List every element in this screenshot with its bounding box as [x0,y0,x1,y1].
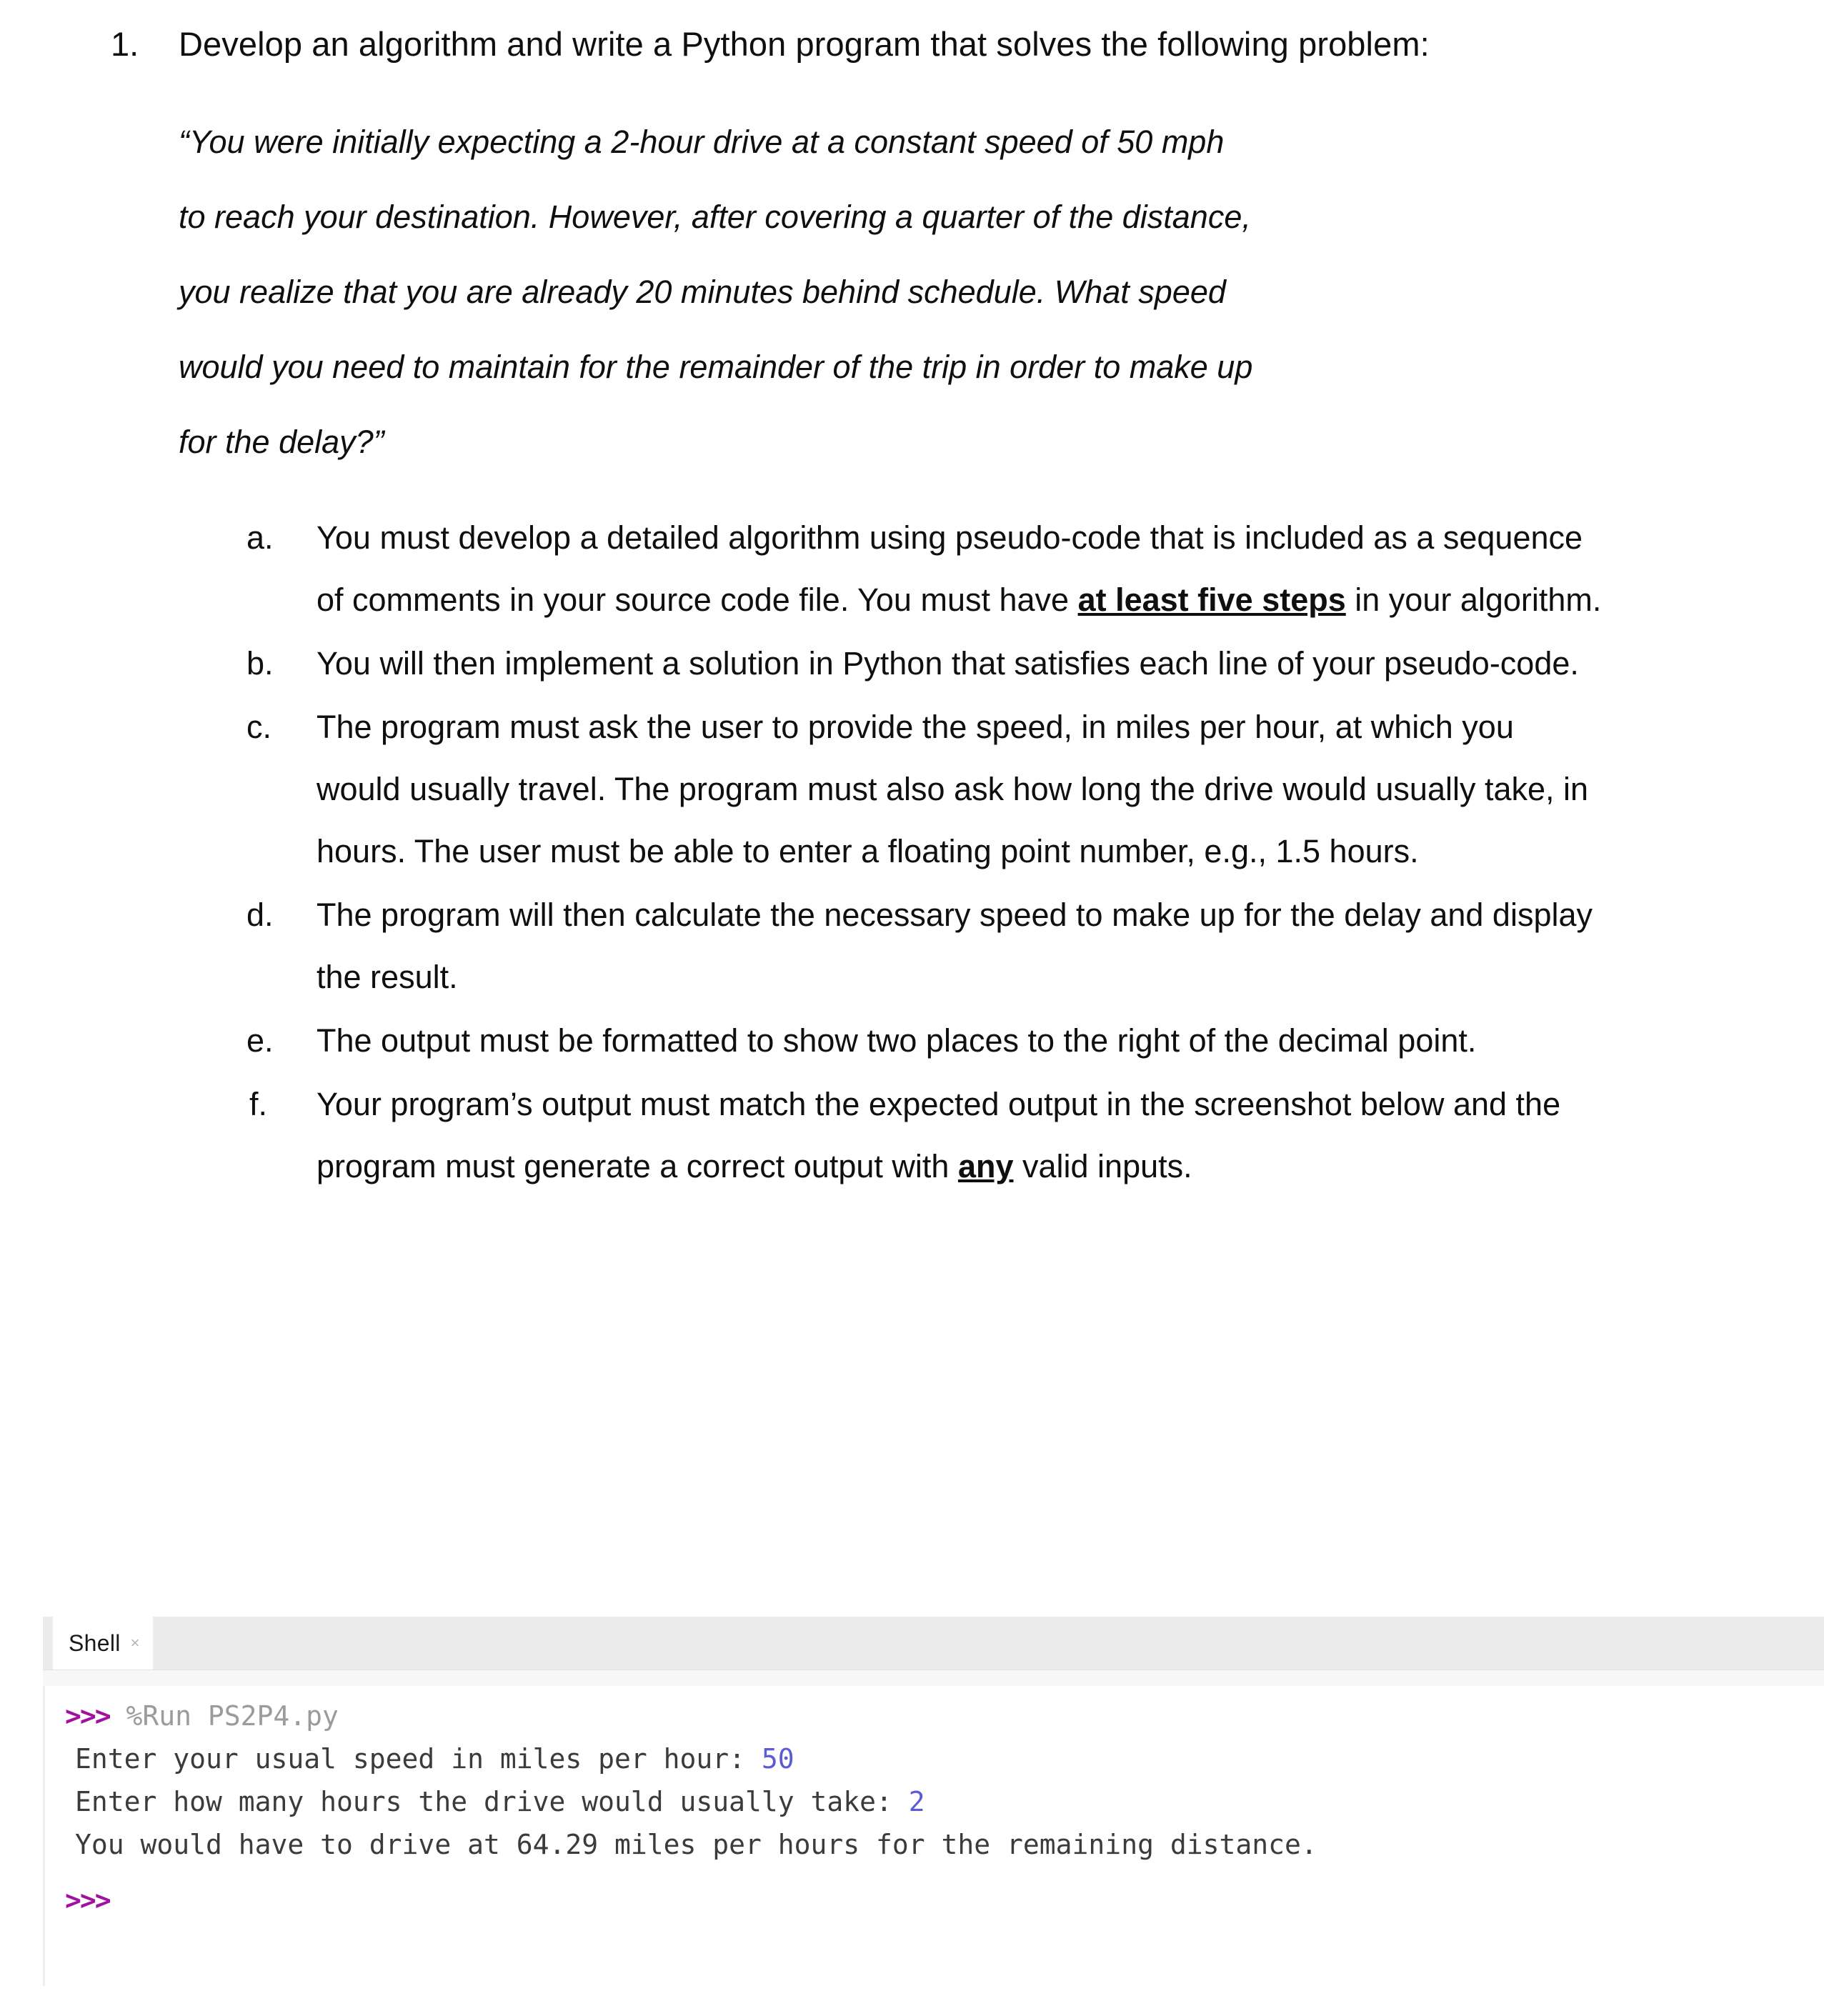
quote-line-4: would you need to maintain for the remai… [179,349,1253,385]
requirement-e-text: The output must be formatted to show two… [317,1022,1477,1059]
list-marker-1: 1. [111,25,139,63]
requirement-f-text: Your program’s output must match the exp… [317,1073,1603,1197]
list-marker-d: d. [246,897,274,933]
requirement-a-text-after: in your algorithm. [1345,582,1602,618]
thonny-shell-panel: Shell × >>> %Run PS2P4.py Enter your usu… [0,1617,1824,2016]
quote-line-1: “You were initially expecting a 2-hour d… [179,124,1225,160]
document-body: 1. Develop an algorithm and write a Pyth… [0,0,1824,1199]
requirement-item-d: d. The program will then calculate the n… [0,884,1824,1008]
quote-line-5: for the delay?” [179,424,384,460]
shell-command-line: >>> %Run PS2P4.py [45,1695,1824,1737]
requirement-a-text: You must develop a detailed algorithm us… [317,507,1603,631]
requirement-item-f: f. Your program’s output must match the … [0,1073,1824,1197]
requirement-item-e: e. The output must be formatted to show … [0,1009,1824,1072]
requirement-f-text-after: valid inputs. [1013,1148,1192,1184]
problem-statement-text: Develop an algorithm and write a Python … [179,25,1430,63]
quote-line-3: you realize that you are already 20 minu… [179,274,1226,310]
list-marker-b: b. [246,645,274,682]
list-marker-a: a. [246,519,274,556]
requirement-item-a: a. You must develop a detailed algorithm… [0,507,1824,631]
shell-output-line-3: You would have to drive at 64.29 miles p… [45,1823,1824,1866]
requirement-b-text: You will then implement a solution in Py… [317,645,1579,682]
list-marker-c: c. [246,709,272,745]
list-marker-f: f. [249,1086,268,1122]
shell-final-prompt-line[interactable]: >>> [45,1866,1824,1922]
shell-input-value-1: 50 [761,1743,794,1775]
tab-shell[interactable]: Shell × [53,1617,153,1670]
requirement-f-emphasis: any [957,1148,1014,1184]
shell-tab-bar: Shell × [43,1617,1824,1670]
requirement-item-c: c. The program must ask the user to prov… [0,696,1824,882]
shell-output-line-2: Enter how many hours the drive would usu… [45,1780,1824,1823]
quoted-problem-paragraph: “You were initially expecting a 2-hour d… [0,104,1593,479]
quote-line-2: to reach your destination. However, afte… [179,199,1251,235]
requirement-d-text: The program will then calculate the nece… [317,897,1593,995]
shell-output-area[interactable]: >>> %Run PS2P4.py Enter your usual speed… [43,1686,1824,1986]
shell-prompt-text-2: Enter how many hours the drive would usu… [75,1786,909,1817]
numbered-list-item-1: 1. Develop an algorithm and write a Pyth… [0,13,1824,76]
shell-prompt-text-1: Enter your usual speed in miles per hour… [75,1743,762,1775]
list-marker-e: e. [246,1022,274,1059]
requirements-list: a. You must develop a detailed algorithm… [0,507,1824,1197]
requirement-c-text: The program must ask the user to provide… [317,709,1589,869]
shell-result-text: You would have to drive at 64.29 miles p… [75,1829,1317,1860]
shell-toolbar-strip [43,1670,1824,1686]
requirement-a-emphasis: at least five steps [1077,582,1346,618]
prompt-icon-final: >>> [65,1885,111,1916]
shell-run-command: %Run PS2P4.py [109,1700,339,1732]
requirement-f-text-before: Your program’s output must match the exp… [317,1086,1561,1184]
shell-input-value-2: 2 [908,1786,925,1817]
tab-shell-label: Shell [69,1630,121,1656]
shell-output-line-1: Enter your usual speed in miles per hour… [45,1737,1824,1780]
close-icon[interactable]: × [131,1635,140,1651]
prompt-icon: >>> [65,1700,111,1732]
requirement-item-b: b. You will then implement a solution in… [0,632,1824,694]
